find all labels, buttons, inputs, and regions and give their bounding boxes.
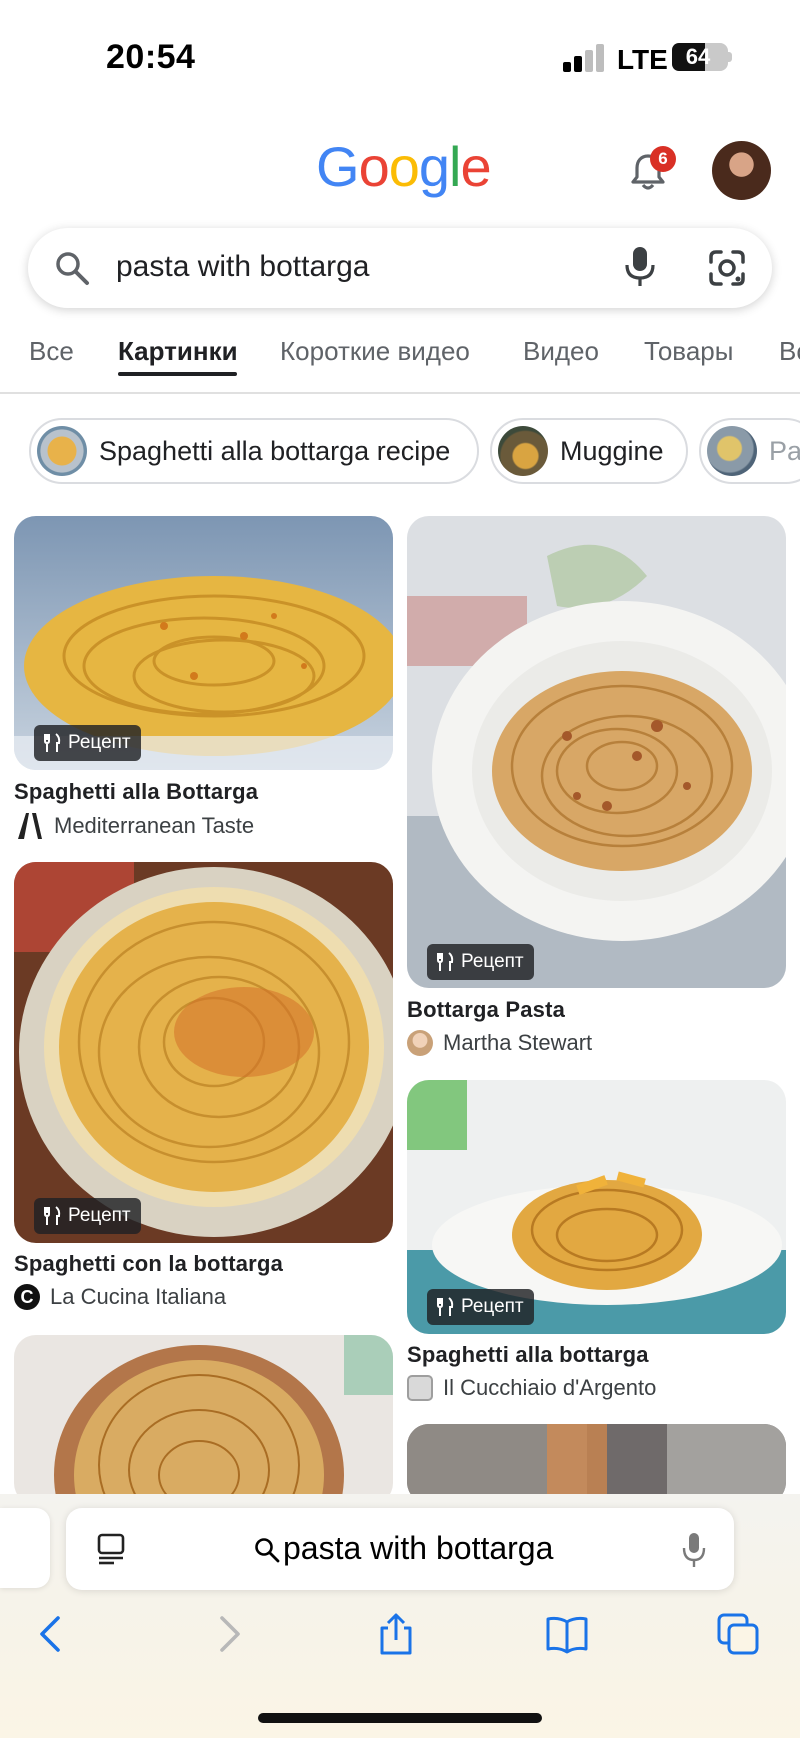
il-cucchiaio-logo [407,1375,433,1401]
utensils-icon [437,1297,454,1316]
forward-icon[interactable] [206,1612,250,1656]
result-source[interactable]: Martha Stewart [407,1030,592,1056]
search-icon [255,1538,280,1563]
utensils-icon [44,733,61,752]
search-icon [56,252,89,285]
logo-letter: l [449,135,461,198]
result-image[interactable] [14,1335,393,1505]
result-source-label: Mediterranean Taste [54,813,255,838]
address-text[interactable]: pasta with bottarga [283,1530,553,1567]
search-input[interactable]: pasta with bottarga [116,250,370,284]
result-source-label: La Cucina Italiana [50,1284,227,1309]
result-title[interactable]: Spaghetti alla Bottarga [14,779,258,805]
chip-label: Spaghetti alla bottarga recipe [99,436,451,466]
utensils-icon [44,1206,61,1225]
mic-icon[interactable] [682,1532,706,1568]
tab-more[interactable]: Вс [779,336,800,367]
chip-spaghetti-recipe[interactable]: Spaghetti alla bottarga recipe [29,418,479,484]
recipe-badge: Рецепт [427,944,534,980]
tab-all[interactable]: Все [29,336,74,367]
utensils-icon [437,952,454,971]
result-image[interactable] [407,516,786,988]
recipe-badge: Рецепт [34,725,141,761]
logo-letter: g [418,135,450,198]
pasta-photo [407,516,786,988]
lens-icon[interactable] [707,248,747,288]
logo-letter: e [460,135,491,198]
battery-text: 64 [685,44,711,69]
previous-tab-preview[interactable] [0,1508,50,1588]
pasta-photo [14,862,393,1243]
chip-thumbnail [498,426,548,476]
active-tab-indicator [118,372,237,376]
reader-icon[interactable] [96,1533,126,1565]
recipe-badge-label: Рецепт [68,1205,131,1226]
result-image[interactable] [14,862,393,1243]
tab-videos[interactable]: Видео [523,336,599,367]
recipe-badge-label: Рецепт [461,1296,524,1317]
result-title[interactable]: Spaghetti con la bottarga [14,1251,283,1277]
chip-label: Muggine [560,436,664,466]
tab-products[interactable]: Товары [644,336,733,367]
la-cucina-italiana-logo: C [14,1284,40,1310]
pasta-photo [407,1424,786,1504]
share-icon[interactable] [374,1612,418,1656]
tabs-icon[interactable] [716,1612,760,1656]
pasta-photo [14,1335,393,1505]
logo-letter: o [388,135,420,198]
result-source[interactable]: Mediterranean Taste [14,811,254,841]
chip-muggine[interactable]: Muggine [490,418,688,484]
status-time: 20:54 [106,38,196,76]
result-source[interactable]: Il Cucchiaio d'Argento [407,1375,656,1401]
notification-badge: 6 [650,146,676,172]
recipe-badge-label: Рецепт [461,951,524,972]
home-indicator [258,1713,542,1723]
result-image[interactable] [407,1424,786,1504]
signal-icon [563,44,604,72]
chip-label: Pa [769,436,800,466]
result-title[interactable]: Bottarga Pasta [407,997,565,1023]
avatar[interactable] [712,141,771,200]
recipe-badge: Рецепт [34,1198,141,1234]
result-source-label: Il Cucchiaio d'Argento [443,1375,657,1400]
result-title[interactable]: Spaghetti alla bottarga [407,1342,649,1368]
recipe-badge: Рецепт [427,1289,534,1325]
logo-letter: o [358,135,390,198]
mic-icon[interactable] [624,246,656,288]
search-tabs: Все Картинки Короткие видео Видео Товары… [0,326,800,394]
bookmarks-icon[interactable] [545,1612,589,1656]
battery-icon: 64 [672,43,728,71]
chip-thumbnail [707,426,757,476]
status-bar: 20:54 LTE 64 [0,0,800,110]
chip-more[interactable]: Pa [699,418,800,484]
martha-stewart-logo [407,1030,433,1056]
mediterranean-taste-logo [18,813,42,839]
logo-letter: G [316,135,360,198]
recipe-badge-label: Рецепт [68,732,131,753]
battery-tip [728,52,732,62]
result-source-label: Martha Stewart [443,1030,593,1055]
chip-thumbnail [37,426,87,476]
back-icon[interactable] [30,1612,74,1656]
network-label: LTE [617,44,668,75]
result-source[interactable]: C La Cucina Italiana [14,1284,226,1310]
tab-images[interactable]: Картинки [118,336,238,367]
tab-short-videos[interactable]: Короткие видео [280,336,470,367]
google-logo[interactable]: Google [316,134,492,199]
